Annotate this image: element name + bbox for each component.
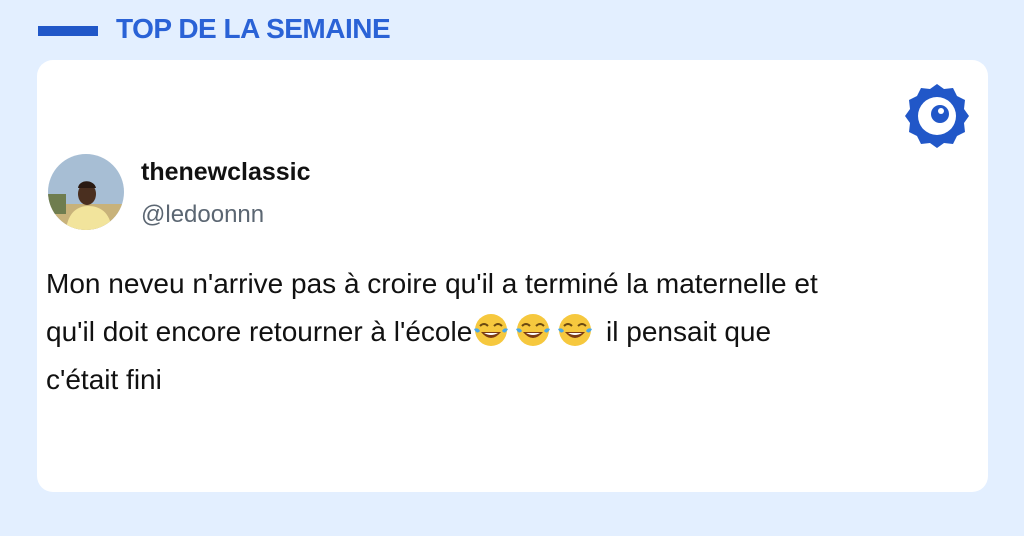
- tweet-text-line: Mon neveu n'arrive pas à croire qu'il a …: [46, 268, 818, 299]
- avatar[interactable]: [48, 154, 124, 230]
- user-handle[interactable]: @ledoonnn: [141, 201, 264, 229]
- tweet-text-line: qu'il doit encore retourner à l'école il…: [46, 308, 976, 356]
- face-with-tears-of-joy-icon: [514, 311, 552, 349]
- tweet-card: thenewclassic @ledoonnn Mon neveu n'arri…: [37, 60, 988, 492]
- tweet-text-segment: il pensait que: [598, 316, 772, 347]
- header-accent-bar: [38, 26, 98, 36]
- display-name[interactable]: thenewclassic: [141, 158, 311, 187]
- brand-logo-badge-icon: [903, 80, 971, 148]
- tweet-text-line: c'était fini: [46, 364, 162, 395]
- tweet-text: Mon neveu n'arrive pas à croire qu'il a …: [46, 260, 976, 404]
- face-with-tears-of-joy-icon: [472, 311, 510, 349]
- tweet-text-segment: qu'il doit encore retourner à l'école: [46, 316, 473, 347]
- header-title: TOP DE LA SEMAINE: [116, 13, 391, 44]
- top-header: TOP DE LA SEMAINE: [0, 0, 1024, 60]
- face-with-tears-of-joy-icon: [556, 311, 594, 349]
